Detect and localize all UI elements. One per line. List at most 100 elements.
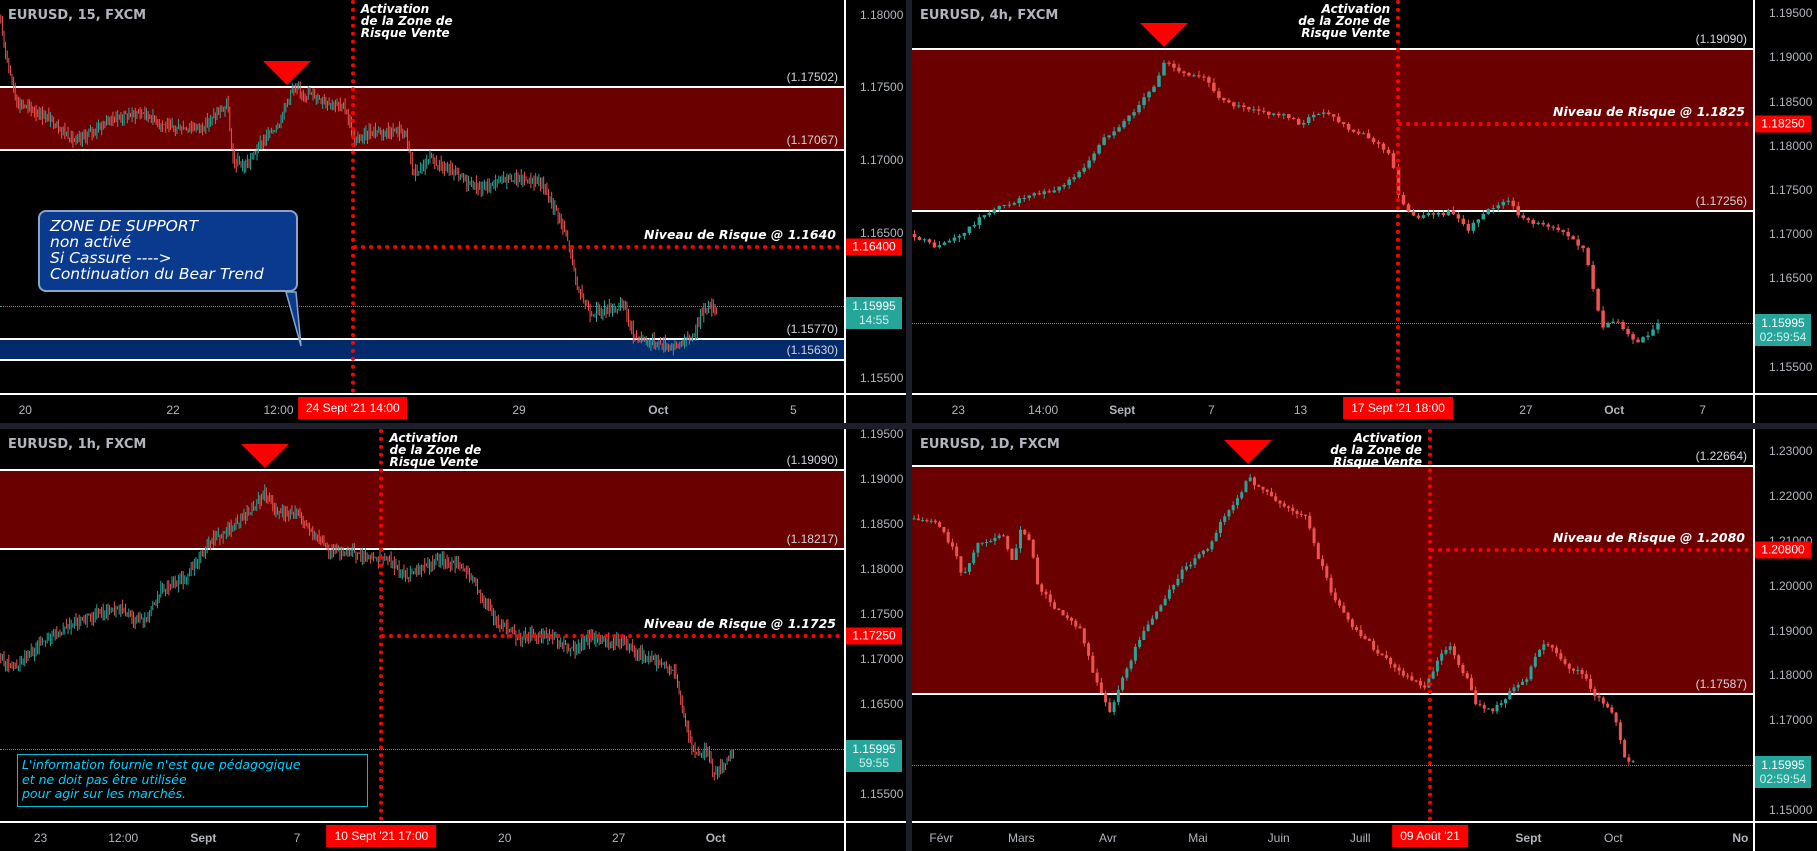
activation-label: Activation de la Zone de Risque Vente — [1298, 2, 1391, 40]
candle-body — [1257, 109, 1261, 111]
candle-body — [1326, 112, 1331, 115]
candle-body — [1272, 113, 1276, 115]
chart-title: EURUSD, 1h, FXCM — [8, 437, 147, 452]
peak-marker-icon — [1140, 23, 1189, 48]
candle-body — [1550, 645, 1554, 648]
chart-panel-1d[interactable]: (1.22664) (1.17587) Activation de la Zone … — [912, 429, 1817, 851]
time-tick-label: 7 — [1208, 403, 1215, 417]
price-axis[interactable]: 1.18000 1.17500 1.17000 1.16500 1.15500 1.164… — [844, 0, 906, 393]
price-tick-label: 1.19500 — [1769, 6, 1813, 21]
price-tick-label: 1.17500 — [860, 606, 904, 621]
candle-body — [1074, 620, 1078, 627]
candle-body — [967, 563, 971, 572]
price-axis[interactable]: 1.230001.220001.210001.200001.190001.180… — [1753, 429, 1817, 821]
price-axis[interactable]: 1.19500 1.19000 1.18500 1.18000 1.17500 1.170… — [844, 429, 906, 821]
candle-body — [1325, 566, 1329, 578]
candle-body — [1506, 200, 1511, 202]
candle-body — [1022, 197, 1027, 199]
candle-body — [1232, 102, 1236, 107]
candle-body — [1372, 640, 1376, 650]
candle-body — [1112, 131, 1116, 136]
candle-body — [1147, 91, 1151, 98]
activation-date-tag: 10 Sept '21 17:00 — [326, 825, 437, 847]
candle-body — [1546, 224, 1550, 227]
chart-title: EURUSD, 15, FXCM — [8, 8, 147, 23]
time-axis[interactable]: Févr Mars Avr Mai Juin Juill Sept Oct No 09 Août … — [912, 821, 1753, 851]
candle-body — [1270, 491, 1273, 497]
disclaimer-line: pour agir sur les marchés. — [22, 786, 186, 801]
candle-body — [1482, 704, 1486, 709]
price-axis[interactable]: 1.19500 1.19000 1.18500 1.18000 1.17500 1.170… — [1753, 0, 1817, 393]
candle-body — [1006, 536, 1010, 549]
time-tick-label: Mai — [1188, 831, 1208, 845]
candle-body — [1012, 203, 1017, 205]
candle-body — [912, 234, 917, 238]
candle-body — [1036, 557, 1039, 585]
candle-body — [1542, 644, 1546, 650]
candle-body — [1561, 230, 1565, 232]
candle-body — [1122, 121, 1126, 128]
candle-body — [1167, 589, 1171, 599]
candle-body — [1380, 653, 1384, 656]
candle-body — [959, 556, 963, 573]
time-axis[interactable]: 23 14:00 Sept 7 13 27 Oct 7 17 Sept '21 18:00 — [912, 393, 1753, 423]
time-tick-label: Oct — [1604, 831, 1623, 845]
candle-body — [1189, 564, 1193, 567]
price-tick-label: 1.17500 — [860, 80, 904, 95]
candle-body — [1440, 653, 1444, 661]
candle-body — [1027, 195, 1032, 198]
candle-body — [950, 542, 954, 547]
chart-panel-4h[interactable]: (1.19090) (1.17256) Activation de la Zone … — [912, 0, 1817, 423]
candle-body — [1087, 160, 1091, 168]
candle-body — [1591, 265, 1595, 289]
candle-body — [1416, 215, 1421, 218]
candle-body — [1567, 663, 1571, 669]
peak-marker-icon — [262, 61, 311, 86]
candle-body — [1361, 133, 1366, 135]
candle-body — [1656, 323, 1660, 330]
candle-body — [1504, 699, 1507, 704]
candle-body — [1371, 138, 1376, 143]
disclaimer-box: L'information fournie n'est que pédagogi… — [17, 754, 368, 807]
candle-body — [1355, 627, 1359, 630]
candle-body — [1563, 659, 1567, 664]
disclaimer-line: et ne doit pas être utilisée — [22, 771, 187, 787]
price-tick-label: 1.17000 — [1769, 713, 1813, 728]
candle-body — [938, 522, 942, 527]
candle-body — [1125, 668, 1129, 678]
candle-body — [1295, 511, 1299, 514]
plot-area[interactable]: (1.17502) (1.17067) (1.15770) (1.15630) Acti… — [0, 0, 844, 393]
candle-body — [1376, 649, 1380, 654]
candle-body — [927, 239, 932, 243]
candle-body — [1227, 510, 1231, 517]
plot-area[interactable]: (1.22664) (1.17587) Activation de la Zone … — [912, 429, 1753, 821]
candle-body — [1223, 516, 1227, 522]
candle-body — [976, 542, 980, 553]
candle-body — [1037, 193, 1041, 195]
candle-body — [1244, 481, 1248, 493]
candle-body — [1172, 585, 1176, 590]
candle-body — [1278, 500, 1282, 504]
candle-body — [1555, 647, 1559, 654]
candle-body — [1047, 191, 1051, 193]
price-tick-label: 1.15500 — [1769, 359, 1813, 374]
candle-body — [1048, 594, 1052, 603]
candle-body — [952, 237, 957, 241]
candle-body — [1177, 67, 1181, 72]
axis-corner — [1753, 393, 1817, 423]
candle-body — [984, 542, 988, 544]
time-tick-label: Févr — [929, 831, 954, 845]
time-axis[interactable]: 23 12:00 Sept 7 20 27 Oct 10 Sept '21 17:00 — [0, 821, 844, 851]
candle-body — [1248, 477, 1252, 482]
price-tick-label: 1.19500 — [860, 429, 904, 441]
time-axis[interactable]: 20 22 12:00 29 Oct 5 24 Sept '21 14:00 — [0, 393, 844, 423]
plot-area[interactable]: (1.19090) (1.17256) Activation de la Zone … — [912, 0, 1753, 393]
candle-body — [1092, 153, 1096, 161]
candle-body — [947, 240, 952, 243]
candle-body — [1541, 222, 1545, 225]
candle-body — [946, 532, 950, 543]
panel-divider-horizontal[interactable] — [0, 423, 1817, 429]
candle-body — [1501, 201, 1506, 206]
risk-price-tag: 1.16400 — [846, 238, 902, 256]
risk-level-line — [1430, 547, 1749, 552]
